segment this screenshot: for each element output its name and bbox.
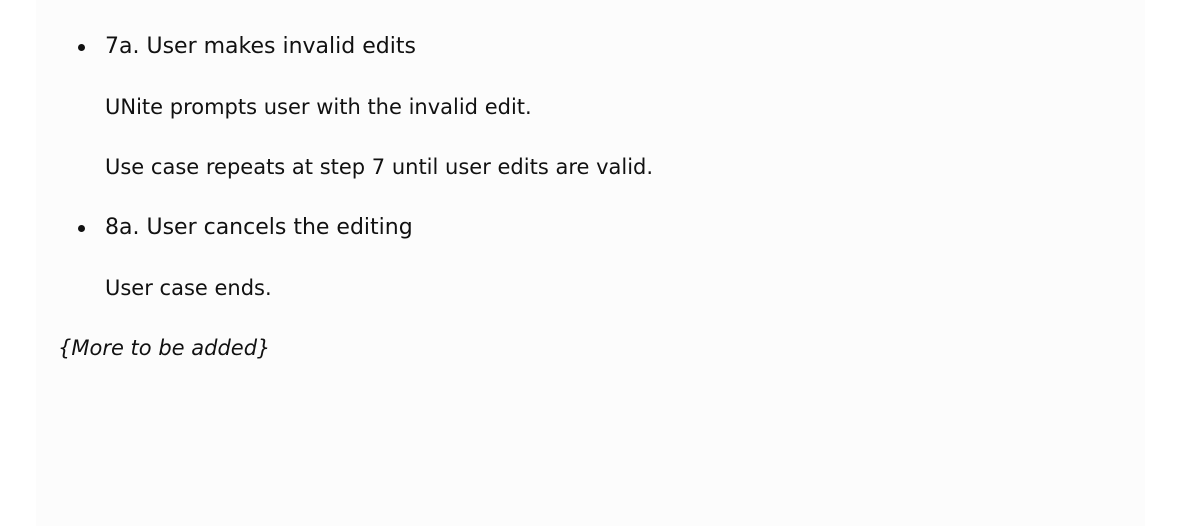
document-page: 7a. User makes invalid edits UNite promp… xyxy=(36,0,1145,526)
extension-text: Use case repeats at step 7 until user ed… xyxy=(105,155,654,179)
bullet-icon xyxy=(78,44,85,51)
extension-heading: 7a. User makes invalid edits xyxy=(105,34,416,59)
bullet-icon xyxy=(78,225,85,232)
extension-heading: 8a. User cancels the editing xyxy=(105,215,413,240)
extension-text: User case ends. xyxy=(105,276,272,300)
footer-note: {More to be added} xyxy=(58,336,271,360)
extension-text: UNite prompts user with the invalid edit… xyxy=(105,95,532,119)
